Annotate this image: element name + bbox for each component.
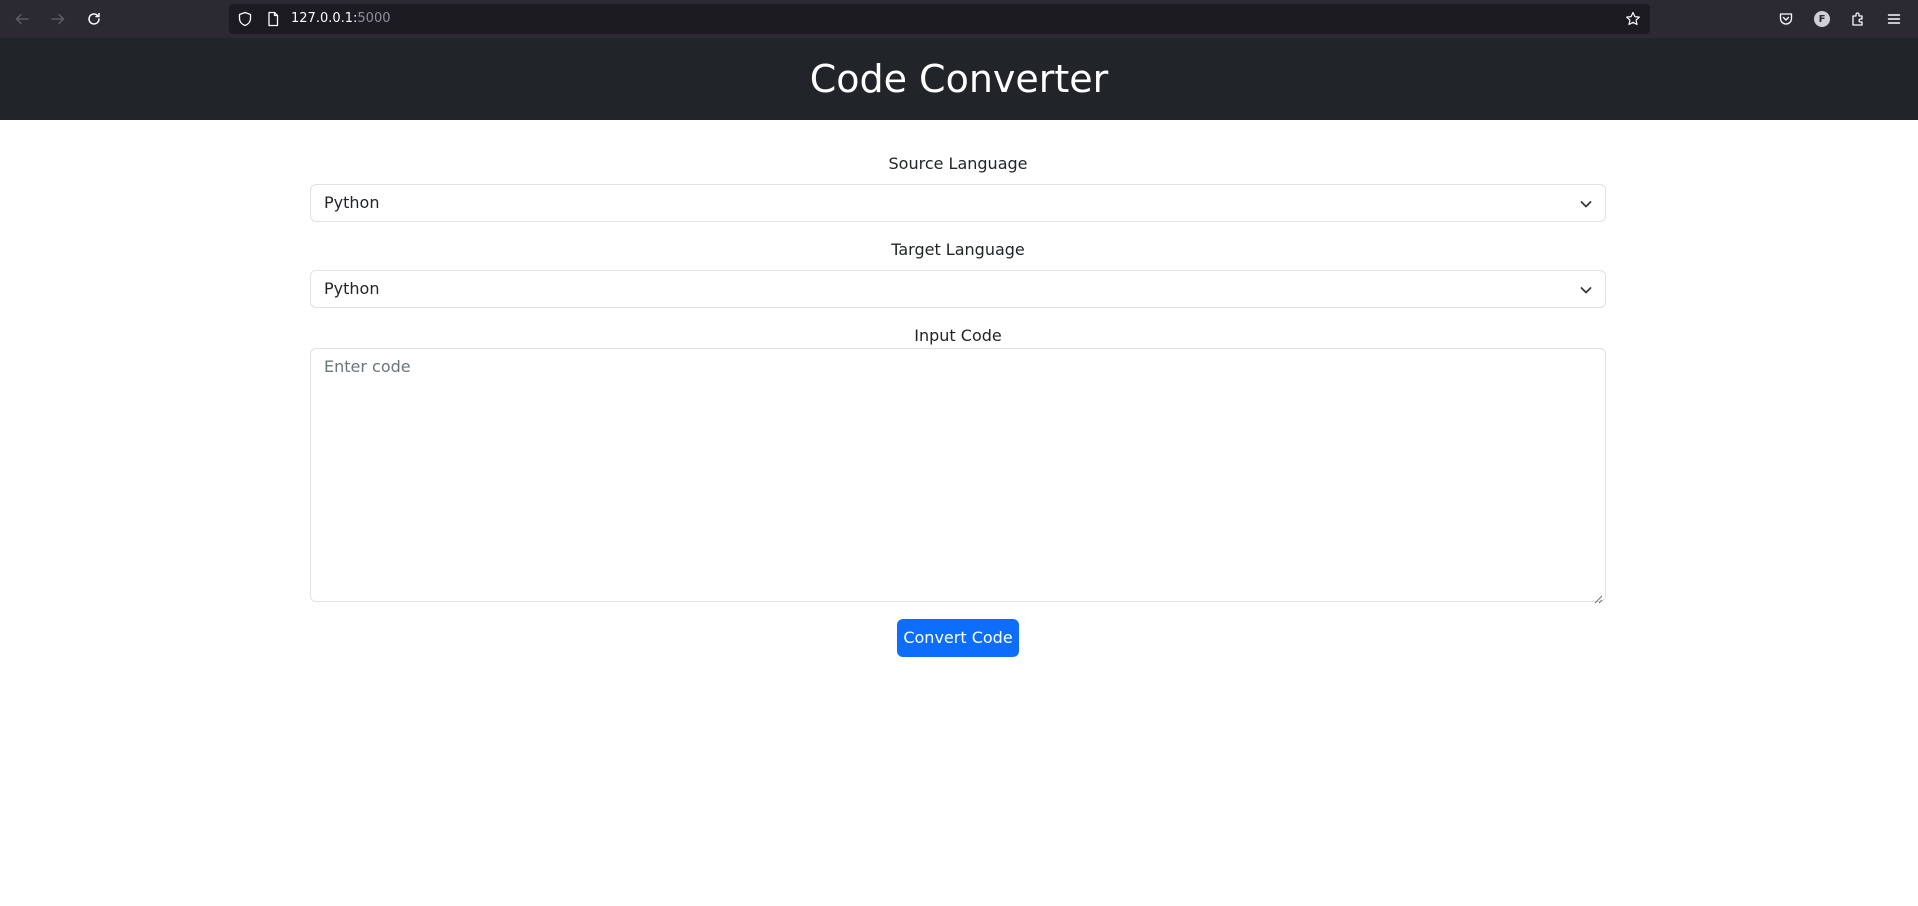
target-language-value: Python [324, 279, 380, 298]
arrow-right-icon [51, 13, 65, 25]
bookmark-star-icon[interactable] [1625, 11, 1641, 27]
resize-handle-icon[interactable] [1593, 589, 1603, 604]
input-code-placeholder: Enter code [324, 357, 411, 376]
browser-toolbar: 127.0.0.1:5000 F [0, 0, 1918, 38]
input-code-label: Input Code [914, 326, 1002, 345]
pocket-button[interactable] [1776, 9, 1796, 29]
page-icon [265, 11, 281, 27]
hamburger-menu-icon [1887, 14, 1901, 24]
menu-button[interactable] [1884, 9, 1904, 29]
input-code-textarea[interactable]: Enter code [310, 348, 1606, 604]
convert-code-button[interactable]: Convert Code [897, 619, 1019, 657]
forward-button[interactable] [46, 7, 70, 31]
source-language-label: Source Language [888, 154, 1028, 173]
back-button[interactable] [10, 7, 34, 31]
chevron-down-icon [1579, 282, 1593, 296]
puzzle-icon [1852, 12, 1863, 26]
page-title: Code Converter [809, 57, 1109, 101]
url-text[interactable]: 127.0.0.1:5000 [291, 4, 391, 34]
reload-button[interactable] [82, 7, 106, 31]
source-language-value: Python [324, 193, 380, 212]
avatar: F [1814, 11, 1830, 27]
extensions-button[interactable] [1848, 9, 1868, 29]
target-language-select[interactable]: Python [310, 270, 1606, 308]
page-header: Code Converter [0, 38, 1918, 120]
chevron-down-icon [1579, 196, 1593, 210]
shield-icon[interactable] [237, 11, 253, 27]
source-language-select[interactable]: Python [310, 184, 1606, 222]
reload-icon [88, 12, 100, 25]
target-language-label: Target Language [891, 240, 1025, 259]
address-bar[interactable]: 127.0.0.1:5000 [229, 4, 1650, 34]
url-port: 5000 [357, 11, 391, 26]
arrow-left-icon [15, 13, 29, 25]
pocket-icon [1779, 13, 1793, 25]
account-button[interactable]: F [1812, 9, 1832, 29]
